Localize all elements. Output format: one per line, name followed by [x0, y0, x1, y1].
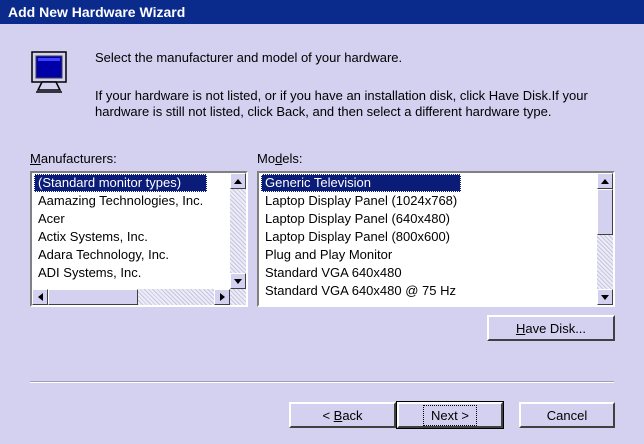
manufacturers-label-text: anufacturers:	[40, 151, 117, 166]
models-label-text: els:	[282, 151, 303, 166]
hscroll-thumb[interactable]	[48, 289, 138, 305]
manufacturer-item[interactable]: Adara Technology, Inc.	[34, 246, 207, 264]
vscroll-thumb[interactable]	[597, 189, 613, 235]
scroll-down-button[interactable]	[597, 289, 613, 305]
scroll-right-button[interactable]	[214, 289, 230, 305]
model-item[interactable]: Generic Television	[261, 174, 462, 192]
manufacturer-item[interactable]: (Standard monitor types)	[34, 174, 208, 192]
have-disk-button[interactable]: Have Disk...	[487, 315, 615, 341]
help-text: If your hardware is not listed, or if yo…	[95, 88, 588, 119]
scroll-up-button[interactable]	[597, 173, 613, 189]
models-label-start: Mo	[257, 151, 276, 166]
scroll-up-button[interactable]	[230, 173, 246, 189]
back-label: < Back	[322, 408, 362, 423]
arrow-down-icon	[234, 278, 242, 284]
back-arrow: <	[322, 407, 334, 423]
model-item[interactable]: Laptop Display Panel (1024x768)	[261, 192, 461, 210]
manufacturers-listbox[interactable]: (Standard monitor types) Aamazing Techno…	[30, 171, 248, 307]
models-list: Generic Television Laptop Display Panel …	[261, 174, 462, 300]
models-listbox[interactable]: Generic Television Laptop Display Panel …	[257, 171, 615, 307]
manufacturers-vscroll[interactable]	[230, 173, 246, 289]
model-item[interactable]: Plug and Play Monitor	[261, 246, 461, 264]
manufacturers-label-accesskey: M	[30, 151, 41, 166]
cancel-button[interactable]: Cancel	[519, 402, 615, 428]
back-button[interactable]: < Back	[289, 402, 396, 428]
wizard-window: Add New Hardware Wizard Select the manuf…	[0, 0, 644, 444]
scroll-left-button[interactable]	[32, 289, 48, 305]
arrow-left-icon	[37, 293, 43, 301]
model-item[interactable]: Standard VGA 640x480 @ 75 Hz	[261, 282, 461, 300]
manufacturer-item[interactable]: Actix Systems, Inc.	[34, 228, 207, 246]
cancel-label: Cancel	[546, 407, 588, 423]
window-title[interactable]: Add New Hardware Wizard	[0, 0, 644, 24]
model-item[interactable]: Standard VGA 640x480	[261, 264, 461, 282]
monitor-icon	[31, 51, 67, 93]
models-label: Models:	[257, 151, 303, 166]
have-disk-accesskey: H	[515, 320, 526, 336]
arrow-up-icon	[601, 178, 609, 184]
manufacturer-item[interactable]: ADI Systems, Inc.	[34, 264, 207, 282]
manufacturers-label: Manufacturers:	[30, 151, 117, 166]
manufacturer-item[interactable]: Aamazing Technologies, Inc.	[34, 192, 207, 210]
manufacturer-item[interactable]: Acer	[34, 210, 207, 228]
back-text: ack	[342, 407, 363, 423]
model-item[interactable]: Laptop Display Panel (640x480)	[261, 210, 461, 228]
manufacturers-list: (Standard monitor types) Aamazing Techno…	[34, 174, 208, 282]
have-disk-text: ave Disk...	[525, 320, 587, 336]
next-label: Next >	[423, 404, 477, 426]
separator	[30, 381, 614, 383]
arrow-down-icon	[601, 294, 609, 300]
scroll-down-button[interactable]	[230, 273, 246, 289]
have-disk-label: Have Disk...	[510, 320, 592, 337]
models-vscroll[interactable]	[597, 173, 613, 305]
next-button[interactable]: Next >	[396, 401, 504, 429]
arrow-right-icon	[219, 293, 225, 301]
instruction-text: Select the manufacturer and model of you…	[95, 50, 403, 65]
model-item[interactable]: Laptop Display Panel (800x600)	[261, 228, 461, 246]
manufacturers-hscroll[interactable]	[32, 289, 246, 305]
arrow-up-icon	[234, 178, 242, 184]
